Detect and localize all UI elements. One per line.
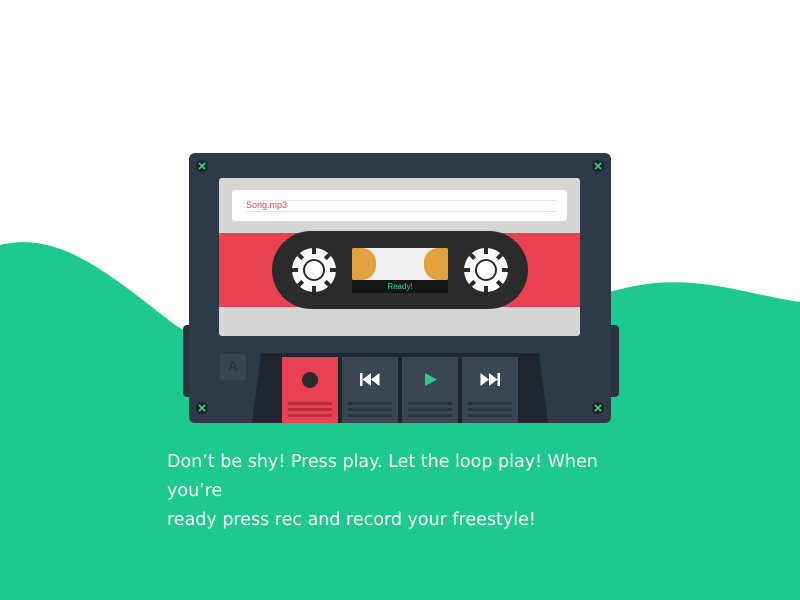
reel-window: Ready! (272, 231, 528, 309)
track-name: Song.mp3 (246, 200, 288, 210)
tape-window (352, 248, 448, 280)
instruction-text: Don’t be shy! Press play. Let the loop p… (167, 448, 647, 535)
screw-icon (592, 160, 604, 172)
side-a-badge: A (220, 354, 246, 380)
record-button[interactable] (282, 357, 338, 423)
record-icon (302, 372, 318, 388)
cassette-label: Song.mp3 Ready! (219, 178, 580, 336)
screw-icon (196, 402, 208, 414)
rewind-icon (360, 373, 380, 386)
instruction-line-1: Don’t be shy! Press play. Let the loop p… (167, 452, 598, 501)
cassette-player: Song.mp3 Ready! A (189, 153, 611, 423)
fast-forward-button[interactable] (462, 357, 518, 423)
rewind-button[interactable] (342, 357, 398, 423)
screw-icon (592, 402, 604, 414)
status-display: Ready! (352, 280, 448, 293)
fast-forward-icon (480, 373, 500, 386)
right-reel-icon (464, 248, 508, 292)
left-reel-icon (292, 248, 336, 292)
play-icon (425, 373, 437, 386)
track-label-strip: Song.mp3 (232, 190, 567, 221)
cassette-side-right (611, 325, 619, 397)
label-band: Ready! (219, 231, 580, 309)
screw-icon (196, 160, 208, 172)
play-button[interactable] (402, 357, 458, 423)
instruction-line-2: ready press rec and record your freestyl… (167, 510, 536, 530)
